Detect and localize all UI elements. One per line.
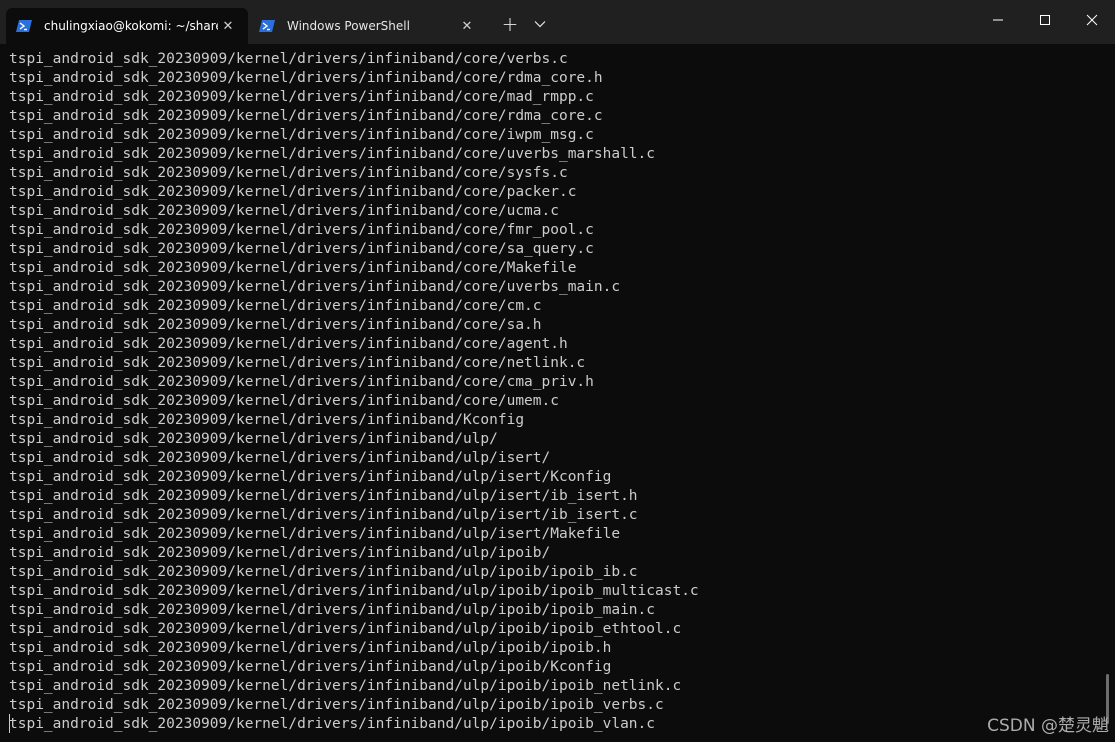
terminal-line: tspi_android_sdk_20230909/kernel/drivers… — [9, 697, 664, 713]
watermark: CSDN @楚灵魈 — [987, 716, 1109, 736]
close-tab-icon[interactable]: ✕ — [457, 16, 477, 36]
powershell-icon — [259, 20, 275, 32]
terminal-line: tspi_android_sdk_20230909/kernel/drivers… — [9, 621, 682, 637]
terminal-line: tspi_android_sdk_20230909/kernel/drivers… — [9, 70, 603, 86]
terminal-line: tspi_android_sdk_20230909/kernel/drivers… — [9, 412, 525, 428]
chevron-down-icon — [534, 21, 546, 28]
terminal-line: tspi_android_sdk_20230909/kernel/drivers… — [9, 336, 568, 352]
terminal-line: tspi_android_sdk_20230909/kernel/drivers… — [9, 203, 559, 219]
title-bar: chulingxiao@kokomi: ~/share ✕ Windows Po… — [0, 0, 1115, 44]
terminal-line: tspi_android_sdk_20230909/kernel/drivers… — [9, 678, 682, 694]
minimize-button[interactable] — [975, 0, 1021, 40]
terminal-line: tspi_android_sdk_20230909/kernel/drivers… — [9, 564, 638, 580]
terminal-line: tspi_android_sdk_20230909/kernel/drivers… — [9, 640, 612, 656]
terminal-lines: tspi_android_sdk_20230909/kernel/drivers… — [9, 50, 699, 734]
terminal-line: tspi_android_sdk_20230909/kernel/drivers… — [9, 488, 638, 504]
terminal-line: tspi_android_sdk_20230909/kernel/drivers… — [9, 355, 586, 371]
terminal-line: tspi_android_sdk_20230909/kernel/drivers… — [9, 241, 594, 257]
terminal-line: tspi_android_sdk_20230909/kernel/drivers… — [9, 89, 594, 105]
new-tab-button[interactable]: + — [495, 8, 525, 40]
terminal-line: tspi_android_sdk_20230909/kernel/drivers… — [9, 298, 542, 314]
terminal-line: tspi_android_sdk_20230909/kernel/drivers… — [9, 431, 498, 447]
terminal-line: tspi_android_sdk_20230909/kernel/drivers… — [9, 165, 568, 181]
close-icon — [1086, 14, 1098, 26]
terminal-output[interactable]: tspi_android_sdk_20230909/kernel/drivers… — [0, 44, 1115, 742]
terminal-line: tspi_android_sdk_20230909/kernel/drivers… — [9, 279, 621, 295]
terminal-line: tspi_android_sdk_20230909/kernel/drivers… — [9, 526, 621, 542]
close-tab-icon[interactable]: ✕ — [218, 16, 238, 36]
maximize-icon — [1040, 15, 1050, 25]
terminal-line: tspi_android_sdk_20230909/kernel/drivers… — [9, 260, 577, 276]
terminal-line: tspi_android_sdk_20230909/kernel/drivers… — [9, 393, 559, 409]
close-window-button[interactable] — [1069, 0, 1115, 40]
powershell-icon — [16, 20, 32, 32]
text-cursor — [9, 714, 10, 733]
terminal-line: tspi_android_sdk_20230909/kernel/drivers… — [9, 469, 612, 485]
terminal-line: tspi_android_sdk_20230909/kernel/drivers… — [9, 317, 542, 333]
tab-dropdown-button[interactable] — [527, 8, 553, 40]
terminal-line: tspi_android_sdk_20230909/kernel/drivers… — [9, 374, 594, 390]
terminal-line: tspi_android_sdk_20230909/kernel/drivers… — [9, 583, 699, 599]
terminal-line: tspi_android_sdk_20230909/kernel/drivers… — [9, 716, 656, 732]
minimize-icon — [993, 19, 1003, 21]
terminal-line: tspi_android_sdk_20230909/kernel/drivers… — [9, 127, 594, 143]
tab-label: Windows PowerShell — [287, 19, 410, 33]
terminal-line: tspi_android_sdk_20230909/kernel/drivers… — [9, 450, 551, 466]
terminal-line: tspi_android_sdk_20230909/kernel/drivers… — [9, 222, 594, 238]
terminal-line: tspi_android_sdk_20230909/kernel/drivers… — [9, 545, 551, 561]
tab-windows-powershell[interactable]: Windows PowerShell ✕ — [249, 8, 487, 44]
terminal-line: tspi_android_sdk_20230909/kernel/drivers… — [9, 146, 656, 162]
terminal-line: tspi_android_sdk_20230909/kernel/drivers… — [9, 659, 612, 675]
terminal-line: tspi_android_sdk_20230909/kernel/drivers… — [9, 108, 603, 124]
tab-label: chulingxiao@kokomi: ~/share — [44, 19, 218, 33]
terminal-line: tspi_android_sdk_20230909/kernel/drivers… — [9, 51, 568, 67]
terminal-line: tspi_android_sdk_20230909/kernel/drivers… — [9, 184, 577, 200]
terminal-line: tspi_android_sdk_20230909/kernel/drivers… — [9, 602, 656, 618]
terminal-line: tspi_android_sdk_20230909/kernel/drivers… — [9, 507, 638, 523]
tab-chulingxiao-shell[interactable]: chulingxiao@kokomi: ~/share ✕ — [6, 8, 248, 44]
maximize-button[interactable] — [1022, 0, 1068, 40]
